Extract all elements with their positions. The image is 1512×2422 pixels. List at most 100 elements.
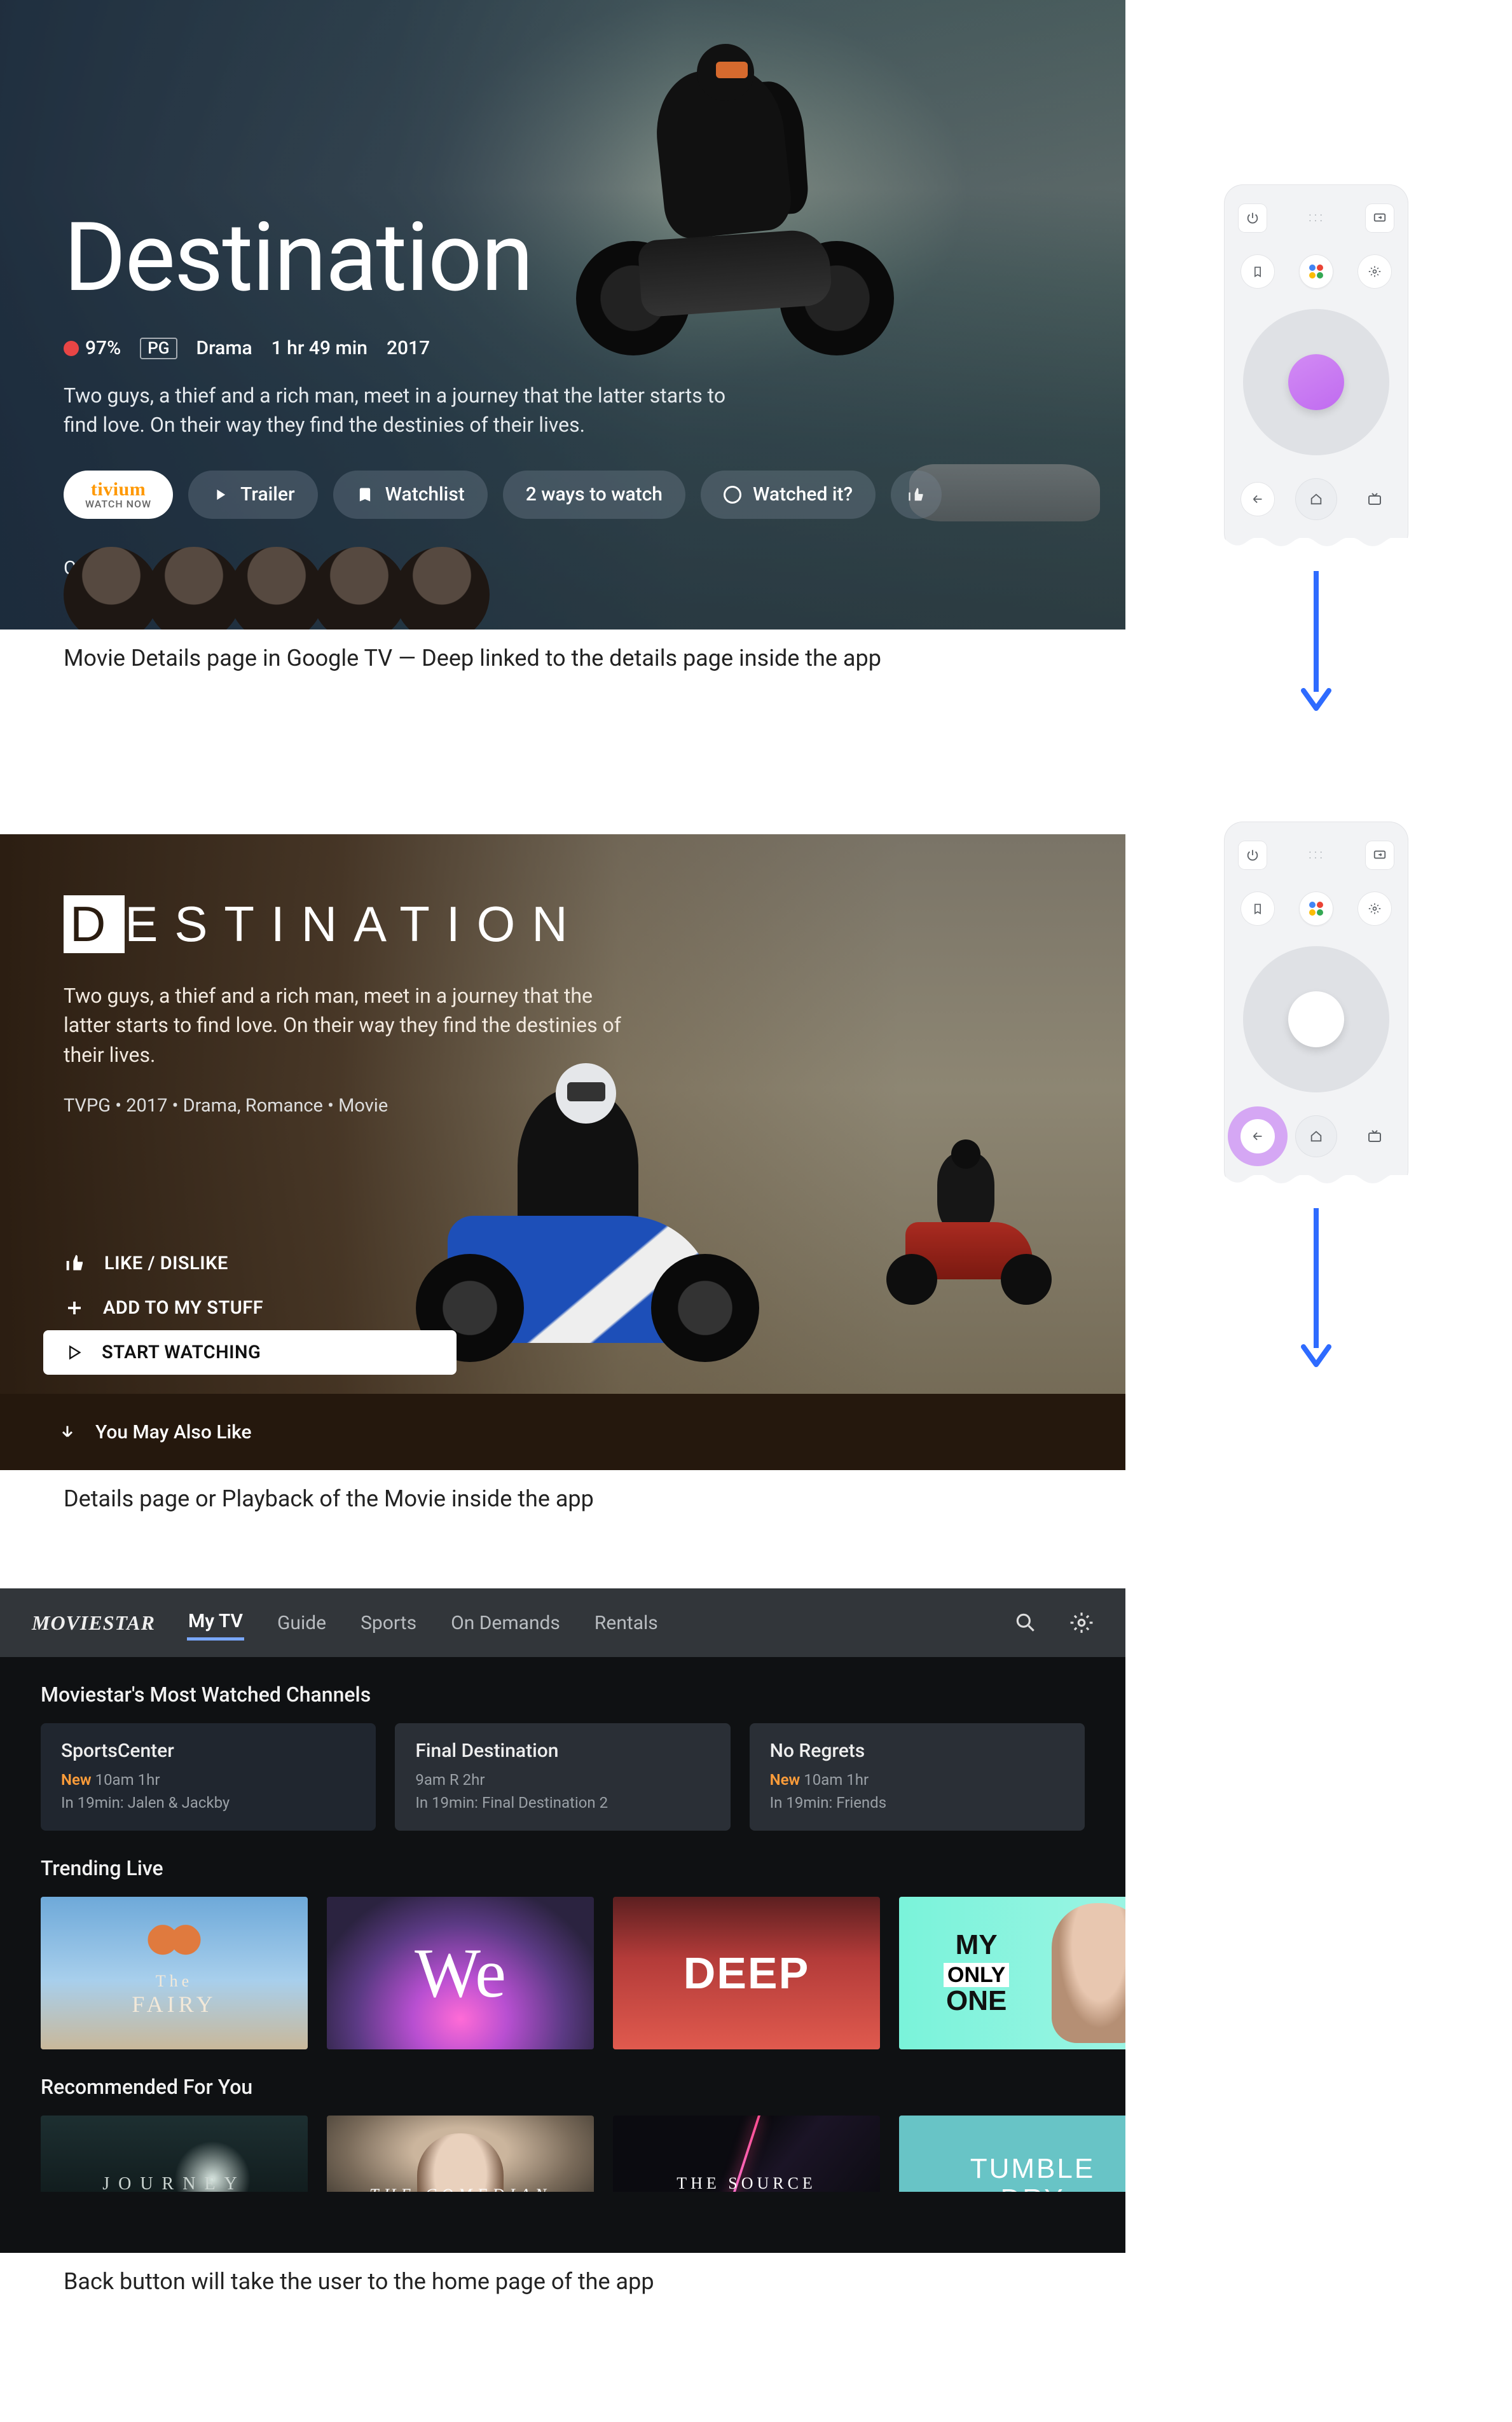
bg-motorbike-2	[880, 1152, 1058, 1305]
tab-rentals[interactable]: Rentals	[593, 1607, 659, 1639]
remote-grip: • • •• • •	[1309, 212, 1323, 224]
live-tv-button[interactable]	[1357, 1119, 1392, 1153]
channel-time: 9am R 2hr	[415, 1771, 485, 1789]
remote-grip: • • •• • •	[1309, 850, 1323, 861]
bookmark-button[interactable]	[1241, 254, 1275, 289]
live-tv-button[interactable]	[1357, 482, 1392, 516]
channel-card[interactable]: SportsCenter New 10am 1hr In 19min: Jale…	[41, 1723, 376, 1831]
google-tv-details-screen: Destination 97% PG Drama 1 hr 49 min 201…	[0, 0, 1125, 630]
poster-title: TheFAIRY	[132, 1972, 216, 2018]
assistant-button[interactable]	[1299, 891, 1333, 926]
watchlist-label: Watchlist	[385, 483, 465, 506]
power-button[interactable]	[1238, 841, 1267, 870]
poster-card[interactable]: DEEP	[613, 1897, 880, 2049]
age-rating: PG	[140, 338, 177, 359]
ways-label: 2 ways to watch	[526, 483, 663, 506]
watchlist-button[interactable]: Watchlist	[333, 471, 488, 519]
power-icon	[1246, 211, 1260, 225]
you-may-also-like-row[interactable]: You May Also Like	[0, 1394, 1125, 1470]
cast-carousel[interactable]	[64, 547, 477, 630]
assistant-button[interactable]	[1299, 254, 1333, 289]
assistant-icon	[1309, 265, 1323, 279]
you-may-label: You May Also Like	[95, 1421, 252, 1443]
dpad[interactable]	[1243, 946, 1389, 1092]
play-icon	[211, 486, 229, 504]
app-details-screen: DESTINATION Two guys, a thief and a rich…	[0, 834, 1125, 1470]
channel-card[interactable]: No Regrets New 10am 1hr In 19min: Friend…	[750, 1723, 1085, 1831]
input-button[interactable]	[1365, 841, 1394, 870]
watched-it-button[interactable]: Watched it?	[701, 471, 876, 519]
metadata-row: 97% PG Drama 1 hr 49 min 2017	[64, 337, 1087, 359]
caption-2: Details page or Playback of the Movie in…	[0, 1470, 1125, 1512]
gear-icon[interactable]	[1069, 1611, 1094, 1635]
poster-card[interactable]: TheFAIRY	[41, 1897, 308, 2049]
poster-card[interactable]: THE COMEDIAN	[327, 2116, 594, 2192]
remote-bottom-edge	[1224, 1175, 1408, 1190]
settings-button[interactable]	[1357, 254, 1392, 289]
home-button[interactable]	[1295, 1115, 1337, 1157]
poster-card[interactable]: TUMBLE DRY	[899, 2116, 1125, 2192]
gear-icon	[1368, 265, 1381, 278]
add-to-stuff-button[interactable]: ADD TO MY STUFF	[43, 1286, 457, 1330]
dpad[interactable]	[1243, 309, 1389, 455]
plus-icon	[65, 1298, 84, 1318]
badge-new: New	[770, 1771, 801, 1789]
assistant-icon	[1309, 902, 1323, 916]
cast-avatar[interactable]	[64, 547, 159, 630]
back-icon	[1251, 492, 1265, 506]
power-icon	[1246, 848, 1260, 862]
tab-on-demands[interactable]: On Demands	[450, 1607, 561, 1639]
tab-guide[interactable]: Guide	[276, 1607, 327, 1639]
top-nav: MOVIESTAR My TV Guide Sports On Demands …	[0, 1588, 1125, 1657]
poster-title: MYONLYONE	[944, 1931, 1009, 2015]
add-label: ADD TO MY STUFF	[103, 1297, 263, 1319]
poster-title: TUMBLE DRY	[970, 2154, 1095, 2192]
back-icon	[1251, 1129, 1265, 1143]
cast-avatar[interactable]	[312, 547, 407, 630]
tab-sports[interactable]: Sports	[359, 1607, 418, 1639]
poster-title: We	[415, 1933, 506, 2014]
channel-card[interactable]: Final Destination 9am R 2hr In 19min: Fi…	[395, 1723, 730, 1831]
channel-time: 10am 1hr	[95, 1771, 160, 1789]
channel-title: No Regrets	[770, 1740, 1064, 1762]
tab-my-tv[interactable]: My TV	[187, 1605, 244, 1641]
live-tv-icon	[1367, 1129, 1382, 1144]
back-button[interactable]	[1241, 1119, 1275, 1153]
trailer-button[interactable]: Trailer	[188, 471, 317, 519]
dpad-select[interactable]	[1288, 991, 1344, 1047]
remote-bottom-edge	[1224, 538, 1408, 553]
start-watching-button[interactable]: START WATCHING	[43, 1330, 457, 1375]
channel-title: Final Destination	[415, 1740, 710, 1762]
home-button[interactable]	[1295, 478, 1337, 520]
genre: Drama	[196, 337, 252, 359]
poster-card[interactable]: MYONLYONE	[899, 1897, 1125, 2049]
settings-button[interactable]	[1357, 891, 1392, 926]
cast-avatar[interactable]	[394, 547, 490, 630]
badge-new: New	[61, 1771, 92, 1789]
poster-card[interactable]: THE SOURCE	[613, 2116, 880, 2192]
watch-now-button[interactable]: tivium WATCH NOW	[64, 471, 173, 519]
like-dislike-button[interactable]: LIKE / DISLIKE	[43, 1241, 457, 1286]
back-button[interactable]	[1241, 482, 1275, 516]
flow-arrow	[1297, 571, 1335, 713]
home-icon	[1309, 492, 1323, 506]
ways-to-watch-button[interactable]: 2 ways to watch	[503, 471, 685, 519]
thumb-up-icon	[65, 1253, 85, 1274]
rate-button[interactable]	[891, 471, 942, 519]
poster-card[interactable]: JOURNEY	[41, 2116, 308, 2192]
dpad-select[interactable]	[1288, 354, 1344, 410]
start-label: START WATCHING	[102, 1342, 261, 1363]
input-button[interactable]	[1365, 203, 1394, 233]
flow-arrow	[1297, 1208, 1335, 1370]
caption-1: Movie Details page in Google TV — Deep l…	[0, 630, 1125, 671]
power-button[interactable]	[1238, 203, 1267, 233]
chevron-down-icon	[58, 1423, 76, 1441]
channel-next: In 19min: Final Destination 2	[415, 1791, 710, 1814]
search-icon[interactable]	[1014, 1611, 1038, 1635]
poster-card[interactable]: We	[327, 1897, 594, 2049]
cast-avatar[interactable]	[229, 547, 324, 630]
cast-avatar[interactable]	[146, 547, 242, 630]
bookmark-button[interactable]	[1241, 891, 1275, 926]
tv-remote: • • •• • •	[1224, 184, 1408, 552]
movie-title: DESTINATION	[64, 895, 1087, 953]
